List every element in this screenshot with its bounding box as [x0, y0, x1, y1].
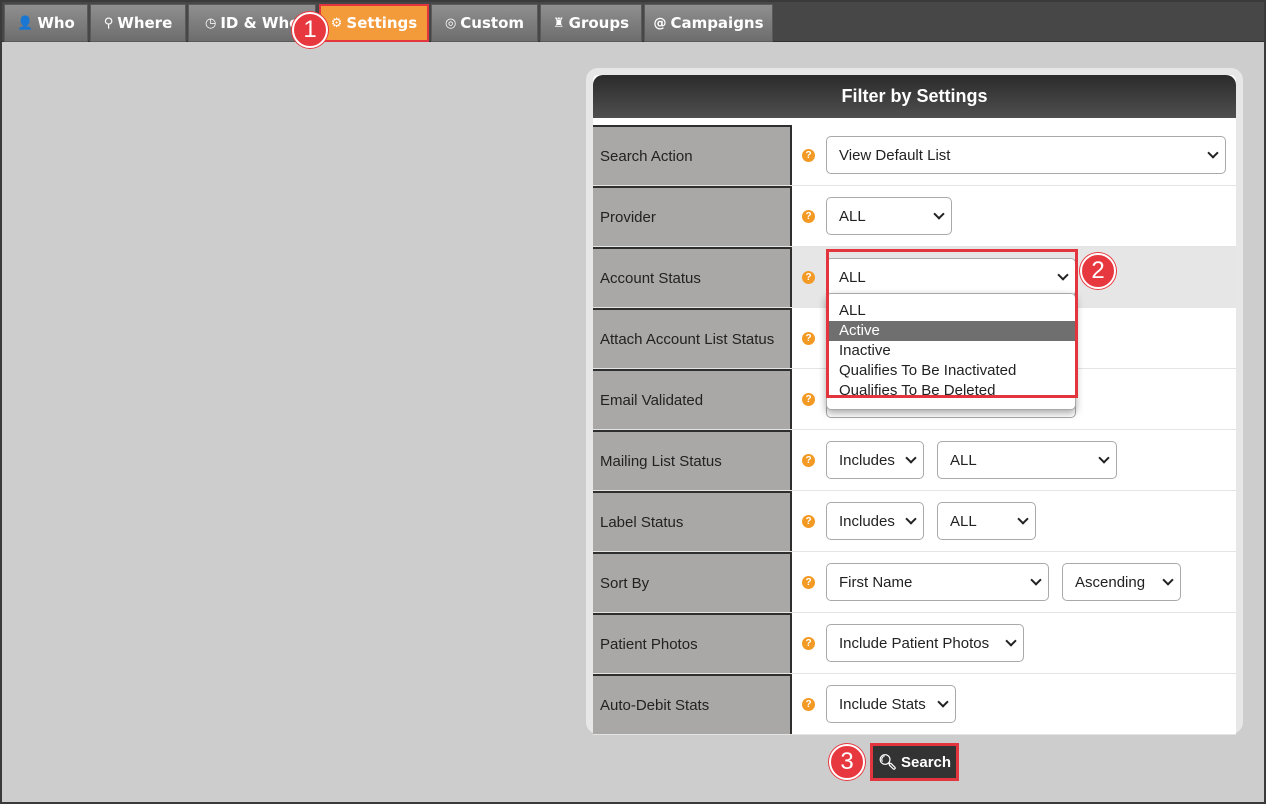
search-button-label: Search — [901, 753, 952, 771]
search-button[interactable]: 🔍︎ Search — [870, 743, 959, 781]
label-account-status: Account Status — [593, 247, 792, 307]
row-auto-debit-stats: Auto-Debit Stats ? Include Stats — [593, 674, 1236, 735]
row-sort-by: Sort By ? First Name Ascending — [593, 552, 1236, 613]
account-status-value: ALL — [839, 268, 866, 286]
search-icon: 🔍︎ — [877, 754, 897, 771]
label-provider: Provider — [593, 186, 792, 246]
tab-who[interactable]: 👤 Who — [4, 4, 88, 42]
dropdown-option[interactable]: ALL — [827, 301, 1075, 321]
group-icon: ♜ — [552, 15, 565, 31]
chevron-down-icon — [1098, 452, 1110, 464]
user-icon: 👤 — [17, 15, 34, 31]
tab-where[interactable]: ⚲ Where — [90, 4, 186, 42]
auto-debit-stats-value: Include Stats — [839, 695, 926, 713]
mailing-list-mode-value: Includes — [839, 451, 895, 469]
help-icon[interactable]: ? — [802, 393, 815, 406]
patient-photos-select[interactable]: Include Patient Photos — [826, 624, 1024, 662]
map-pin-icon: ⚲ — [103, 15, 114, 31]
gear-icon: ⚙ — [330, 15, 343, 31]
chevron-down-icon — [937, 696, 949, 708]
auto-debit-stats-select[interactable]: Include Stats — [826, 685, 956, 723]
tab-who-label: Who — [37, 14, 75, 32]
chevron-down-icon — [1057, 269, 1069, 281]
label-auto-debit-stats: Auto-Debit Stats — [593, 674, 792, 734]
mailing-list-status-select[interactable]: ALL — [937, 441, 1117, 479]
top-tab-bar: 👤 Who ⚲ Where ◷ ID & Whe ⚙ Settings ◎ Cu… — [0, 0, 1266, 42]
chevron-down-icon — [1017, 513, 1029, 525]
help-icon[interactable]: ? — [802, 515, 815, 528]
tab-settings-label: Settings — [346, 14, 418, 32]
chevron-down-icon — [905, 513, 917, 525]
label-status-mode-value: Includes — [839, 512, 895, 530]
panel-title: Filter by Settings — [593, 75, 1236, 118]
target-icon: ◎ — [444, 15, 457, 31]
label-status-select[interactable]: ALL — [937, 502, 1036, 540]
patient-photos-value: Include Patient Photos — [839, 634, 990, 652]
at-icon: @ — [653, 15, 667, 31]
help-icon[interactable]: ? — [802, 210, 815, 223]
help-icon[interactable]: ? — [802, 149, 815, 162]
dropdown-option[interactable]: Qualifies To Be Inactivated — [827, 361, 1075, 381]
dropdown-option-hovered[interactable]: Active — [827, 321, 1075, 341]
mailing-list-status-value: ALL — [950, 451, 977, 469]
label-mailing-list-status: Mailing List Status — [593, 430, 792, 490]
help-icon[interactable]: ? — [802, 576, 815, 589]
sort-by-select[interactable]: First Name — [826, 563, 1049, 601]
label-label-status: Label Status — [593, 491, 792, 551]
chevron-down-icon — [1207, 147, 1219, 159]
label-search-action: Search Action — [593, 125, 792, 185]
help-icon[interactable]: ? — [802, 698, 815, 711]
step-marker-1: 1 — [292, 12, 328, 48]
sort-order-select[interactable]: Ascending — [1062, 563, 1181, 601]
tab-campaigns-label: Campaigns — [670, 14, 764, 32]
clock-icon: ◷ — [205, 15, 217, 31]
label-status-mode-select[interactable]: Includes — [826, 502, 924, 540]
tab-custom[interactable]: ◎ Custom — [431, 4, 538, 42]
chevron-down-icon — [1005, 635, 1017, 647]
label-patient-photos: Patient Photos — [593, 613, 792, 673]
sort-order-value: Ascending — [1075, 573, 1146, 591]
account-status-select[interactable]: ALL — [826, 258, 1076, 296]
sort-by-value: First Name — [839, 573, 913, 591]
step-marker-2: 2 — [1080, 253, 1116, 289]
help-icon[interactable]: ? — [802, 637, 815, 650]
dropdown-spacer — [827, 294, 1075, 301]
label-email-validated: Email Validated — [593, 369, 792, 429]
tab-custom-label: Custom — [460, 14, 525, 32]
tab-id-when-label: ID & Whe — [220, 14, 300, 32]
row-mailing-list-status: Mailing List Status ? Includes ALL — [593, 430, 1236, 491]
mailing-list-mode-select[interactable]: Includes — [826, 441, 924, 479]
help-icon[interactable]: ? — [802, 454, 815, 467]
label-status-value: ALL — [950, 512, 977, 530]
provider-select[interactable]: ALL — [826, 197, 952, 235]
label-sort-by: Sort By — [593, 552, 792, 612]
row-provider: Provider ? ALL — [593, 186, 1236, 247]
search-action-value: View Default List — [839, 146, 951, 164]
help-icon[interactable]: ? — [802, 271, 815, 284]
tab-settings[interactable]: ⚙ Settings — [319, 4, 429, 42]
provider-value: ALL — [839, 207, 866, 225]
tab-campaigns[interactable]: @ Campaigns — [644, 4, 773, 42]
dropdown-option[interactable]: Inactive — [827, 341, 1075, 361]
label-attach-account-list-status: Attach Account List Status — [593, 308, 792, 368]
help-icon[interactable]: ? — [802, 332, 815, 345]
dropdown-option[interactable]: Qualifies To Be Deleted — [827, 381, 1075, 401]
tab-where-label: Where — [117, 14, 173, 32]
row-label-status: Label Status ? Includes ALL — [593, 491, 1236, 552]
chevron-down-icon — [933, 208, 945, 220]
chevron-down-icon — [1030, 574, 1042, 586]
tab-groups[interactable]: ♜ Groups — [540, 4, 642, 42]
account-status-dropdown: ALL Active Inactive Qualifies To Be Inac… — [826, 293, 1076, 410]
chevron-down-icon — [905, 452, 917, 464]
row-search-action: Search Action ? View Default List — [593, 125, 1236, 186]
step-marker-3: 3 — [829, 744, 865, 780]
search-action-select[interactable]: View Default List — [826, 136, 1226, 174]
tab-groups-label: Groups — [568, 14, 629, 32]
chevron-down-icon — [1162, 574, 1174, 586]
row-patient-photos: Patient Photos ? Include Patient Photos — [593, 613, 1236, 674]
